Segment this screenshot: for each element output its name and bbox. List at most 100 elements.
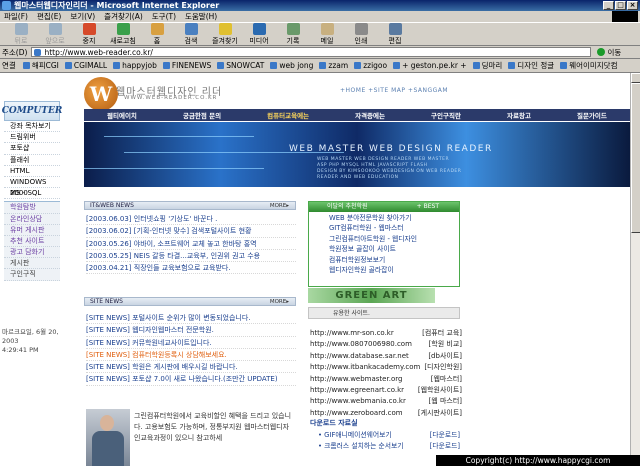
news-item[interactable]: [SITE NEWS] 포토샵 7.0이 새로 나왔습니다.(조만간 UPDAT…	[86, 373, 296, 386]
menu-edit[interactable]: 편집(E)	[37, 11, 61, 22]
link-icon	[472, 62, 480, 69]
nav-item[interactable]: WINDOWS 2000	[4, 177, 60, 197]
site-link-row[interactable]: http://www.itbankacademy.com [디자인학원]	[310, 362, 462, 373]
news-item[interactable]: [2003.06.03] 인터넷쇼핑 '기상도' 바꾼다 .	[86, 213, 296, 226]
site-link-row[interactable]: http://www.webmania.co.kr [웹 마스터]	[310, 396, 462, 407]
top-links[interactable]: +HOME +SITE MAP +SANGGAM	[340, 87, 448, 94]
media-button[interactable]: 미디어	[242, 22, 276, 46]
nav-tab[interactable]: 컴퓨터교육에는	[267, 110, 309, 120]
recommend-item[interactable]: GIT컴퓨터학원 - 웹마스터	[329, 223, 459, 233]
link-item[interactable]: zzigoo	[354, 61, 387, 70]
favorites-button[interactable]: 즐겨찾기	[208, 22, 242, 46]
mail-button[interactable]: 메일	[310, 22, 344, 46]
site-news-more-link[interactable]: MORE▸	[270, 298, 289, 306]
nav-item[interactable]: 온라인상담	[4, 214, 60, 225]
nav-item[interactable]: HTML	[4, 166, 60, 177]
recommend-item[interactable]: WEB 분야전문학원 찾아가기	[329, 213, 459, 223]
news-item[interactable]: [2003.05.26] 야바이, 소프트웨어 교체 놓고 한바탕 홍역	[86, 238, 296, 250]
nav-tab[interactable]: 자격증에는	[355, 110, 385, 120]
nav-tab[interactable]: 자료창고	[507, 110, 531, 120]
link-item[interactable]: 디자인 정글	[508, 60, 554, 71]
menu-tools[interactable]: 도구(T)	[152, 11, 176, 22]
recommend-item[interactable]: 웹디자인학원 골라잡이	[329, 265, 459, 275]
back-button[interactable]: 뒤로	[4, 22, 38, 46]
recommend-item[interactable]: 컴퓨터학원정보보기	[329, 255, 459, 265]
nav-tab[interactable]: 웹티에이치	[107, 110, 137, 120]
link-item[interactable]: zzam	[319, 61, 348, 70]
scroll-thumb[interactable]	[631, 83, 640, 233]
news-item[interactable]: [2003.04.21] 직장인들 교육보험으로 교육받다.	[86, 262, 296, 275]
vertical-scrollbar[interactable]	[630, 73, 640, 466]
banner-line: WEB MASTER WEB DESIGN READER WEB MASTER	[317, 157, 450, 162]
news-item[interactable]: [SITE NEWS] 웹디자인웹마스터 전문학원.	[86, 324, 296, 337]
link-item[interactable]: 딩마리	[472, 60, 502, 71]
print-button[interactable]: 인쇄	[344, 22, 378, 46]
nav-item[interactable]: MS - SQL	[4, 188, 60, 200]
link-item[interactable]: happyjob	[113, 61, 157, 70]
recommend-item[interactable]: 그린컴퓨터아트학원 - 웹디자인	[329, 234, 459, 244]
download-row[interactable]: • GIF애니메이션웨어보기 [다운로드]	[318, 430, 460, 441]
address-input[interactable]: http://www.web-reader.co.kr/	[31, 47, 592, 57]
edit-button[interactable]: 편집	[378, 22, 412, 46]
menu-favorites[interactable]: 즐겨찾기(A)	[104, 11, 143, 22]
news-item[interactable]: [SITE NEWS] 커뮤학원네교사이트입니다.	[86, 337, 296, 349]
it-news-more-link[interactable]: MORE▸	[270, 202, 289, 210]
link-item[interactable]: + geston.pe.kr +	[393, 61, 467, 70]
news-item[interactable]: [2003.06.02] [기획-인터넷 맞수] 검색포털사이트 현황	[86, 225, 296, 238]
site-link-row[interactable]: http://www.database.sar.net [db사이트]	[310, 351, 462, 362]
refresh-icon	[116, 22, 130, 35]
scroll-up-arrow[interactable]	[631, 73, 640, 83]
link-item[interactable]: SNOWCAT	[217, 61, 264, 70]
news-item[interactable]: [2003.05.25] NEIS 갈등 타결...교육부, 인권위 권고 수용	[86, 250, 296, 263]
link-item[interactable]: 해피CGI	[22, 60, 59, 71]
nav-item[interactable]: 강좌 목차보기	[4, 121, 60, 133]
menu-file[interactable]: 파일(F)	[4, 11, 28, 22]
nav-item[interactable]: 유머 게시판	[4, 225, 60, 236]
site-url: WWW.WEB-READER.CO.KR	[124, 95, 218, 101]
menu-view[interactable]: 보기(V)	[70, 11, 95, 22]
nav-item[interactable]: 포토샵	[4, 143, 60, 155]
menu-help[interactable]: 도움말(H)	[185, 11, 217, 22]
nav-item[interactable]: 게시판	[4, 258, 60, 270]
edit-icon	[388, 22, 402, 35]
copyright-watermark: Copyright(c) http://www.happycgi.com	[436, 455, 640, 466]
minimize-button[interactable]: _	[603, 1, 614, 10]
green-art-banner[interactable]: GREEN ART	[308, 288, 435, 303]
recommend-header: 이달의 추천학원 + BEST	[309, 202, 459, 212]
news-item[interactable]: [SITE NEWS] 학원은 게시판에 배우시길 바랍니다.	[86, 361, 296, 374]
download-row[interactable]: • 크롬러스 설치하는 순서보기 [다운로드]	[318, 441, 460, 452]
news-item[interactable]: [SITE NEWS] 포털사이트 순위가 많이 변동되었습니다.	[86, 312, 296, 325]
search-button[interactable]: 검색	[174, 22, 208, 46]
go-button[interactable]: 이동	[597, 47, 621, 58]
nav-tab[interactable]: 구인구직란	[431, 110, 461, 120]
nav-item[interactable]: 플래쉬	[4, 155, 60, 166]
refresh-button[interactable]: 새로고침	[106, 22, 140, 46]
site-link-row[interactable]: http://www.webmaster.org [웹마스터]	[310, 374, 462, 385]
nav-item[interactable]: 광고 담화기	[4, 247, 60, 259]
forward-button[interactable]: 앞으로	[38, 22, 72, 46]
nav-item[interactable]: 드림위버	[4, 132, 60, 144]
maximize-button[interactable]: □	[615, 1, 626, 10]
site-logo[interactable]: W	[84, 77, 118, 111]
link-item[interactable]: FINENEWS	[162, 61, 211, 70]
recommend-item[interactable]: 학원정보 골잡이 사이트	[329, 244, 459, 254]
link-item[interactable]: web jong	[270, 61, 313, 70]
nav-item[interactable]: 추천 사이트	[4, 236, 60, 248]
link-item[interactable]: 웨어이미지닷컴	[560, 60, 618, 71]
useful-sites-header: 유용한 사이트.	[308, 307, 460, 319]
link-item[interactable]: CGIMALL	[64, 61, 107, 70]
close-button[interactable]: ×	[627, 1, 638, 10]
nav-item[interactable]: 학원탐방	[4, 202, 60, 214]
news-item[interactable]: [SITE NEWS] 컴퓨터학원등록시 상담해보세요.	[86, 349, 296, 362]
site-link-row[interactable]: http://www.egreenart.co.kr [웹학원사이트]	[310, 385, 462, 396]
nav-tab[interactable]: 질문가이드	[577, 110, 607, 120]
home-button[interactable]: 홈	[140, 22, 174, 46]
nav-tab[interactable]: 궁금한점 문의	[183, 110, 221, 120]
history-button[interactable]: 기록	[276, 22, 310, 46]
link-icon	[270, 62, 278, 69]
stop-button[interactable]: 중지	[72, 22, 106, 46]
site-link-row[interactable]: http://www.mr-son.co.kr [컴퓨터 교육]	[310, 328, 462, 339]
site-link-row[interactable]: http://www.0807006980.com [학원 비교]	[310, 339, 462, 350]
banner-title: WEB MASTER WEB DESIGN READER	[289, 144, 493, 154]
nav-item[interactable]: 구인구직	[4, 269, 60, 281]
